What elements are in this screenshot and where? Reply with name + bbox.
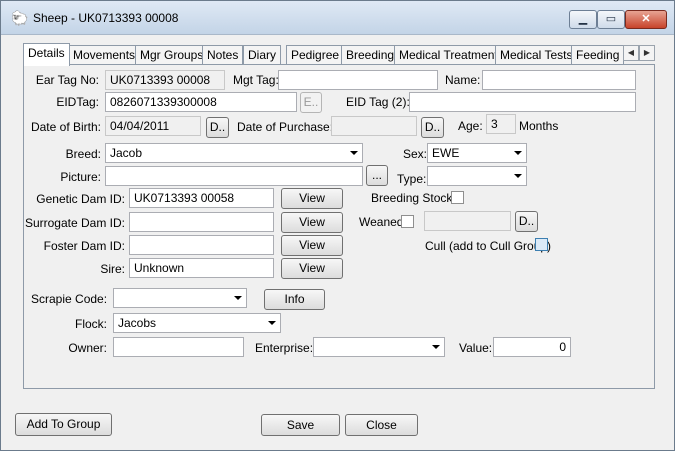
sire-label: Sire: [100, 262, 125, 276]
name-label: Name: [445, 73, 481, 87]
flock-select[interactable]: Jacobs [113, 313, 281, 333]
dob-picker-button[interactable]: D.. [206, 117, 229, 138]
owner-input[interactable] [113, 337, 244, 357]
tab-strip: Details Movements Mgr Groups Notes Diary… [23, 43, 655, 66]
breed-select[interactable]: Jacob [105, 143, 363, 163]
flock-label: Flock: [74, 317, 107, 331]
close-icon: ✕ [641, 13, 651, 25]
name-input[interactable] [482, 70, 636, 90]
sex-select[interactable]: EWE [427, 143, 527, 163]
breeding-stock-checkbox[interactable] [451, 191, 464, 204]
foster-dam-label: Foster Dam ID: [43, 239, 125, 253]
picture-label: Picture: [60, 170, 101, 184]
sire-view-button[interactable]: View [281, 258, 343, 279]
dop-label: Date of Purchase: [237, 120, 334, 134]
surrogate-dam-input[interactable] [129, 212, 274, 232]
chevron-down-icon [234, 296, 242, 300]
tab-feeding[interactable]: Feeding [571, 45, 625, 65]
close-button[interactable]: Close [345, 414, 418, 436]
eid-tag2-input[interactable] [409, 92, 636, 112]
add-to-group-button[interactable]: Add To Group [15, 413, 112, 436]
value-input[interactable]: 0 [493, 337, 571, 357]
tab-medical-tests[interactable]: Medical Tests [495, 45, 578, 65]
enterprise-label: Enterprise: [255, 341, 314, 355]
breeding-stock-label: Breeding Stock: [371, 191, 456, 205]
type-label: Type: [397, 172, 427, 186]
dob-field[interactable]: 04/04/2011 [105, 116, 201, 136]
weaned-label: Weaned [359, 215, 404, 229]
tab-medical-treatment[interactable]: Medical Treatment [394, 45, 503, 65]
scrapie-code-select[interactable] [113, 288, 247, 308]
minimize-button[interactable]: ▁ [569, 10, 597, 29]
eid-tag-input[interactable]: 0826071339300008 [105, 92, 297, 112]
tab-movements[interactable]: Movements [68, 45, 141, 65]
genetic-dam-label: Genetic Dam ID: [36, 192, 125, 206]
picture-browse-button[interactable]: ... [366, 165, 388, 186]
dop-field[interactable] [331, 116, 417, 136]
maximize-button[interactable]: ▭ [597, 10, 625, 29]
chevron-down-icon [432, 345, 440, 349]
chevron-down-icon [268, 321, 276, 325]
age-field: 3 [486, 114, 516, 134]
weaned-date-field[interactable] [424, 211, 511, 231]
surrogate-dam-label: Surrogate Dam ID: [24, 216, 125, 230]
enterprise-select[interactable] [313, 337, 445, 357]
mgt-tag-label: Mgt Tag: [233, 73, 279, 87]
age-label: Age: [458, 119, 483, 133]
mgt-tag-input[interactable] [278, 70, 438, 90]
owner-label: Owner: [68, 341, 107, 355]
ear-tag-field[interactable]: UK0713393 00008 [105, 70, 225, 90]
window-title: Sheep - UK0713393 00008 [33, 11, 179, 25]
eid-read-button[interactable]: E.. [300, 92, 322, 113]
sex-label: Sex: [403, 147, 428, 161]
eid-tag2-label: EID Tag (2): [346, 95, 410, 109]
tab-scroll-left-button[interactable]: ◀ [623, 45, 639, 61]
sheep-icon: 🐑 [11, 10, 29, 26]
surrogate-dam-view-button[interactable]: View [281, 212, 343, 233]
chevron-down-icon [350, 151, 358, 155]
save-button[interactable]: Save [261, 414, 340, 436]
weaned-date-picker-button[interactable]: D.. [515, 211, 538, 232]
tab-mgr-groups[interactable]: Mgr Groups [135, 45, 209, 65]
breed-label: Breed: [65, 147, 101, 161]
genetic-dam-view-button[interactable]: View [281, 188, 343, 209]
scrapie-code-label: Scrapie Code: [31, 292, 108, 306]
maximize-icon: ▭ [605, 13, 617, 25]
minimize-icon: ▁ [578, 13, 588, 25]
type-select[interactable] [427, 166, 527, 186]
tab-diary[interactable]: Diary [243, 45, 282, 65]
tab-breeding[interactable]: Breeding [341, 45, 400, 65]
dob-label: Date of Birth: [30, 120, 101, 134]
tab-notes[interactable]: Notes [202, 45, 244, 65]
foster-dam-view-button[interactable]: View [281, 235, 343, 256]
tab-scroll-right-button[interactable]: ▶ [639, 45, 655, 61]
tab-pedigree[interactable]: Pedigree [286, 45, 345, 65]
sheep-window: 🐑 Sheep - UK0713393 00008 ▁ ▭ ✕ Details … [0, 0, 675, 451]
age-unit-label: Months [519, 119, 559, 133]
chevron-down-icon [514, 174, 522, 178]
close-window-button[interactable]: ✕ [625, 10, 667, 29]
tab-details[interactable]: Details [23, 43, 70, 66]
scrapie-info-button[interactable]: Info [264, 289, 325, 310]
dop-picker-button[interactable]: D.. [421, 117, 444, 138]
ear-tag-label: Ear Tag No: [35, 73, 99, 87]
genetic-dam-input[interactable]: UK0713393 00058 [129, 188, 274, 208]
chevron-left-icon: ◀ [627, 48, 635, 57]
eid-tag-label: EIDTag: [56, 95, 99, 109]
weaned-checkbox[interactable] [401, 215, 414, 228]
sire-input[interactable]: Unknown [129, 258, 274, 278]
cull-checkbox[interactable] [535, 238, 548, 251]
value-label: Value: [459, 341, 493, 355]
chevron-right-icon: ▶ [643, 48, 651, 57]
title-bar[interactable]: 🐑 Sheep - UK0713393 00008 ▁ ▭ ✕ [1, 1, 674, 35]
foster-dam-input[interactable] [129, 235, 274, 255]
picture-input[interactable] [105, 166, 363, 186]
chevron-down-icon [514, 151, 522, 155]
cull-label: Cull (add to Cull Group) [425, 239, 552, 253]
